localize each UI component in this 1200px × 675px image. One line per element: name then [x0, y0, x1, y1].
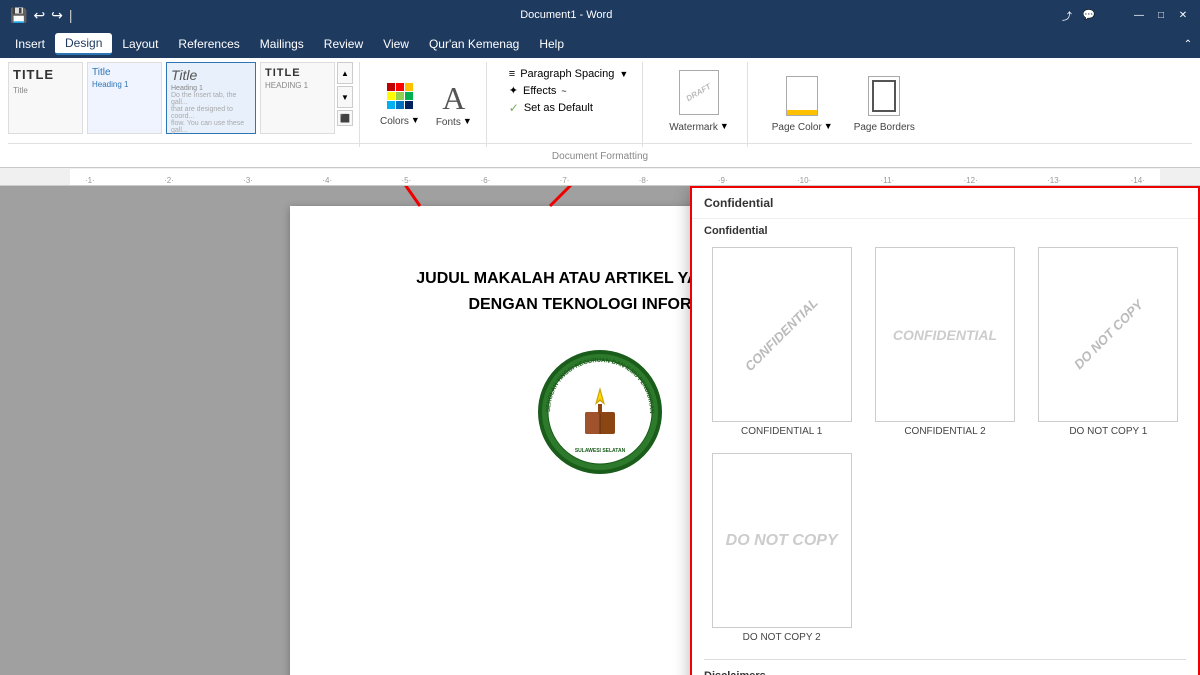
wm-donotcopy2-grid: DO NOT COPY DO NOT COPY 2	[692, 449, 1198, 655]
effects-dropdown: ~	[561, 86, 566, 96]
style-normal[interactable]: Title Heading 1 Do the Insert tab, the g…	[166, 62, 256, 134]
watermark-icon: DRAFT	[679, 70, 719, 115]
wm-donotcopy2[interactable]: DO NOT COPY DO NOT COPY 2	[704, 453, 859, 643]
watermark-section: DRAFT Watermark ▼	[651, 62, 747, 147]
wm-category-disclaimers: Disclaimers	[692, 664, 1198, 675]
colors-fonts-section: Colors ▼ A Fonts ▼	[366, 62, 487, 147]
scroll-up-button[interactable]: ▲	[337, 62, 353, 84]
title-bar: 💾 ↩ ↪ | Document1 - Word ⤴ 💬 — □ ✕	[0, 0, 1200, 30]
page-tools-section: Page Color ▼ Page Borders	[756, 62, 931, 147]
ruler-inner: ·1· ·2· ·3· ·4· ·5· ·6· ·7· ·8· ·9· ·10·…	[70, 169, 1160, 185]
page-color-button[interactable]: Page Color ▼	[764, 72, 841, 137]
close-button[interactable]: ✕	[1176, 8, 1190, 22]
maximize-button[interactable]: □	[1154, 8, 1168, 22]
menu-insert[interactable]: Insert	[5, 34, 55, 54]
wm-divider	[704, 659, 1186, 660]
main-area: JUDUL MAKALAH ATAU ARTIKEL YANG BERKA DE…	[0, 186, 1200, 675]
menu-help[interactable]: Help	[529, 34, 574, 54]
menu-design[interactable]: Design	[55, 33, 112, 55]
page-borders-icon	[868, 76, 900, 116]
menu-quran[interactable]: Qur'an Kemenag	[419, 34, 529, 54]
paragraph-spacing-dropdown: ▼	[619, 69, 628, 79]
page-borders-button[interactable]: Page Borders	[846, 72, 923, 137]
fonts-label: Fonts	[436, 117, 461, 128]
page-borders-label: Page Borders	[854, 122, 915, 133]
expand-ribbon-icon[interactable]: ⌃	[1181, 37, 1195, 51]
checkmark-icon: ✓	[509, 101, 519, 115]
set-as-default-label: Set as Default	[524, 102, 593, 114]
style-title2[interactable]: TITLE HEADING 1	[260, 62, 335, 134]
watermark-button[interactable]: DRAFT Watermark ▼	[661, 66, 736, 137]
comment-icon[interactable]: 💬	[1082, 8, 1096, 22]
minimize-button[interactable]: —	[1132, 8, 1146, 22]
share-icon[interactable]: ⤴	[1060, 8, 1074, 22]
wm-confidential1-label: CONFIDENTIAL 1	[741, 426, 822, 437]
wm-confidential1[interactable]: CONFIDENTIAL CONFIDENTIAL 1	[704, 247, 859, 437]
menu-bar: Insert Design Layout References Mailings…	[0, 30, 1200, 58]
fonts-dropdown-icon: ▼	[463, 116, 472, 126]
menu-layout[interactable]: Layout	[112, 34, 168, 54]
color-palette-icon	[387, 83, 413, 109]
page-color-icon	[786, 76, 818, 116]
watermark-panel-header: Confidential	[692, 188, 1198, 219]
scroll-down-button[interactable]: ▼	[337, 86, 353, 108]
style-gallery-section: TITLE Title Title Heading 1	[8, 62, 360, 147]
document-formatting-label: Document Formatting	[552, 151, 648, 162]
page-color-label: Page Color	[772, 122, 822, 133]
effects-label: Effects	[523, 85, 556, 97]
paragraph-section: ≡ Paragraph Spacing ▼ ✦ Effects ~ ✓ Set …	[495, 62, 644, 147]
menu-references[interactable]: References	[168, 34, 249, 54]
window-title: Document1 - Word	[73, 9, 1060, 21]
svg-text:SULAWESI SELATAN: SULAWESI SELATAN	[575, 448, 626, 454]
colors-label: Colors	[380, 116, 409, 127]
wm-category-confidential: Confidential	[692, 219, 1198, 243]
wm-confidential2-label: CONFIDENTIAL 2	[904, 426, 985, 437]
paragraph-spacing-label: Paragraph Spacing	[520, 68, 614, 80]
style-gallery: TITLE Title Title Heading 1	[8, 62, 335, 134]
ribbon: TITLE Title Title Heading 1	[0, 58, 1200, 168]
page-color-dropdown: ▼	[824, 121, 833, 131]
watermark-panel: Confidential Confidential CONFIDENTIAL C…	[690, 186, 1200, 675]
ruler: ·1· ·2· ·3· ·4· ·5· ·6· ·7· ·8· ·9· ·10·…	[0, 168, 1200, 186]
gallery-scroll: ▲ ▼ ⬛	[337, 62, 353, 134]
paragraph-spacing-button[interactable]: ≡ Paragraph Spacing ▼	[505, 66, 633, 82]
style-heading[interactable]: Title Heading 1	[87, 62, 162, 134]
set-as-default-button[interactable]: ✓ Set as Default	[505, 99, 633, 117]
watermark-dropdown-icon: ▼	[720, 121, 729, 131]
effects-button[interactable]: ✦ Effects ~	[505, 82, 633, 99]
menu-mailings[interactable]: Mailings	[250, 34, 314, 54]
school-logo-svg: SEKOLAH TINGGI KEGURUAN DAN ILMU PENDIDI…	[535, 347, 665, 477]
effects-icon: ✦	[509, 84, 518, 97]
menu-view[interactable]: View	[373, 34, 419, 54]
scroll-expand-button[interactable]: ⬛	[337, 110, 353, 126]
menu-review[interactable]: Review	[314, 34, 373, 54]
wm-donotcopy1-label: DO NOT COPY 1	[1069, 426, 1147, 437]
wm-confidential-grid: CONFIDENTIAL CONFIDENTIAL 1 CONFIDENTIAL…	[692, 243, 1198, 449]
watermark-label: Watermark	[669, 122, 718, 133]
wm-donotcopy1[interactable]: DO NOT COPY DO NOT COPY 1	[1031, 247, 1186, 437]
colors-button[interactable]: Colors ▼	[376, 79, 424, 131]
fonts-icon: A	[442, 82, 465, 114]
wm-donotcopy2-label: DO NOT COPY 2	[743, 632, 821, 643]
colors-dropdown-icon: ▼	[411, 115, 420, 125]
style-title[interactable]: TITLE Title	[8, 62, 83, 134]
wm-confidential2[interactable]: CONFIDENTIAL CONFIDENTIAL 2	[867, 247, 1022, 437]
fonts-button[interactable]: A Fonts ▼	[432, 78, 476, 132]
paragraph-spacing-icon: ≡	[509, 68, 515, 80]
